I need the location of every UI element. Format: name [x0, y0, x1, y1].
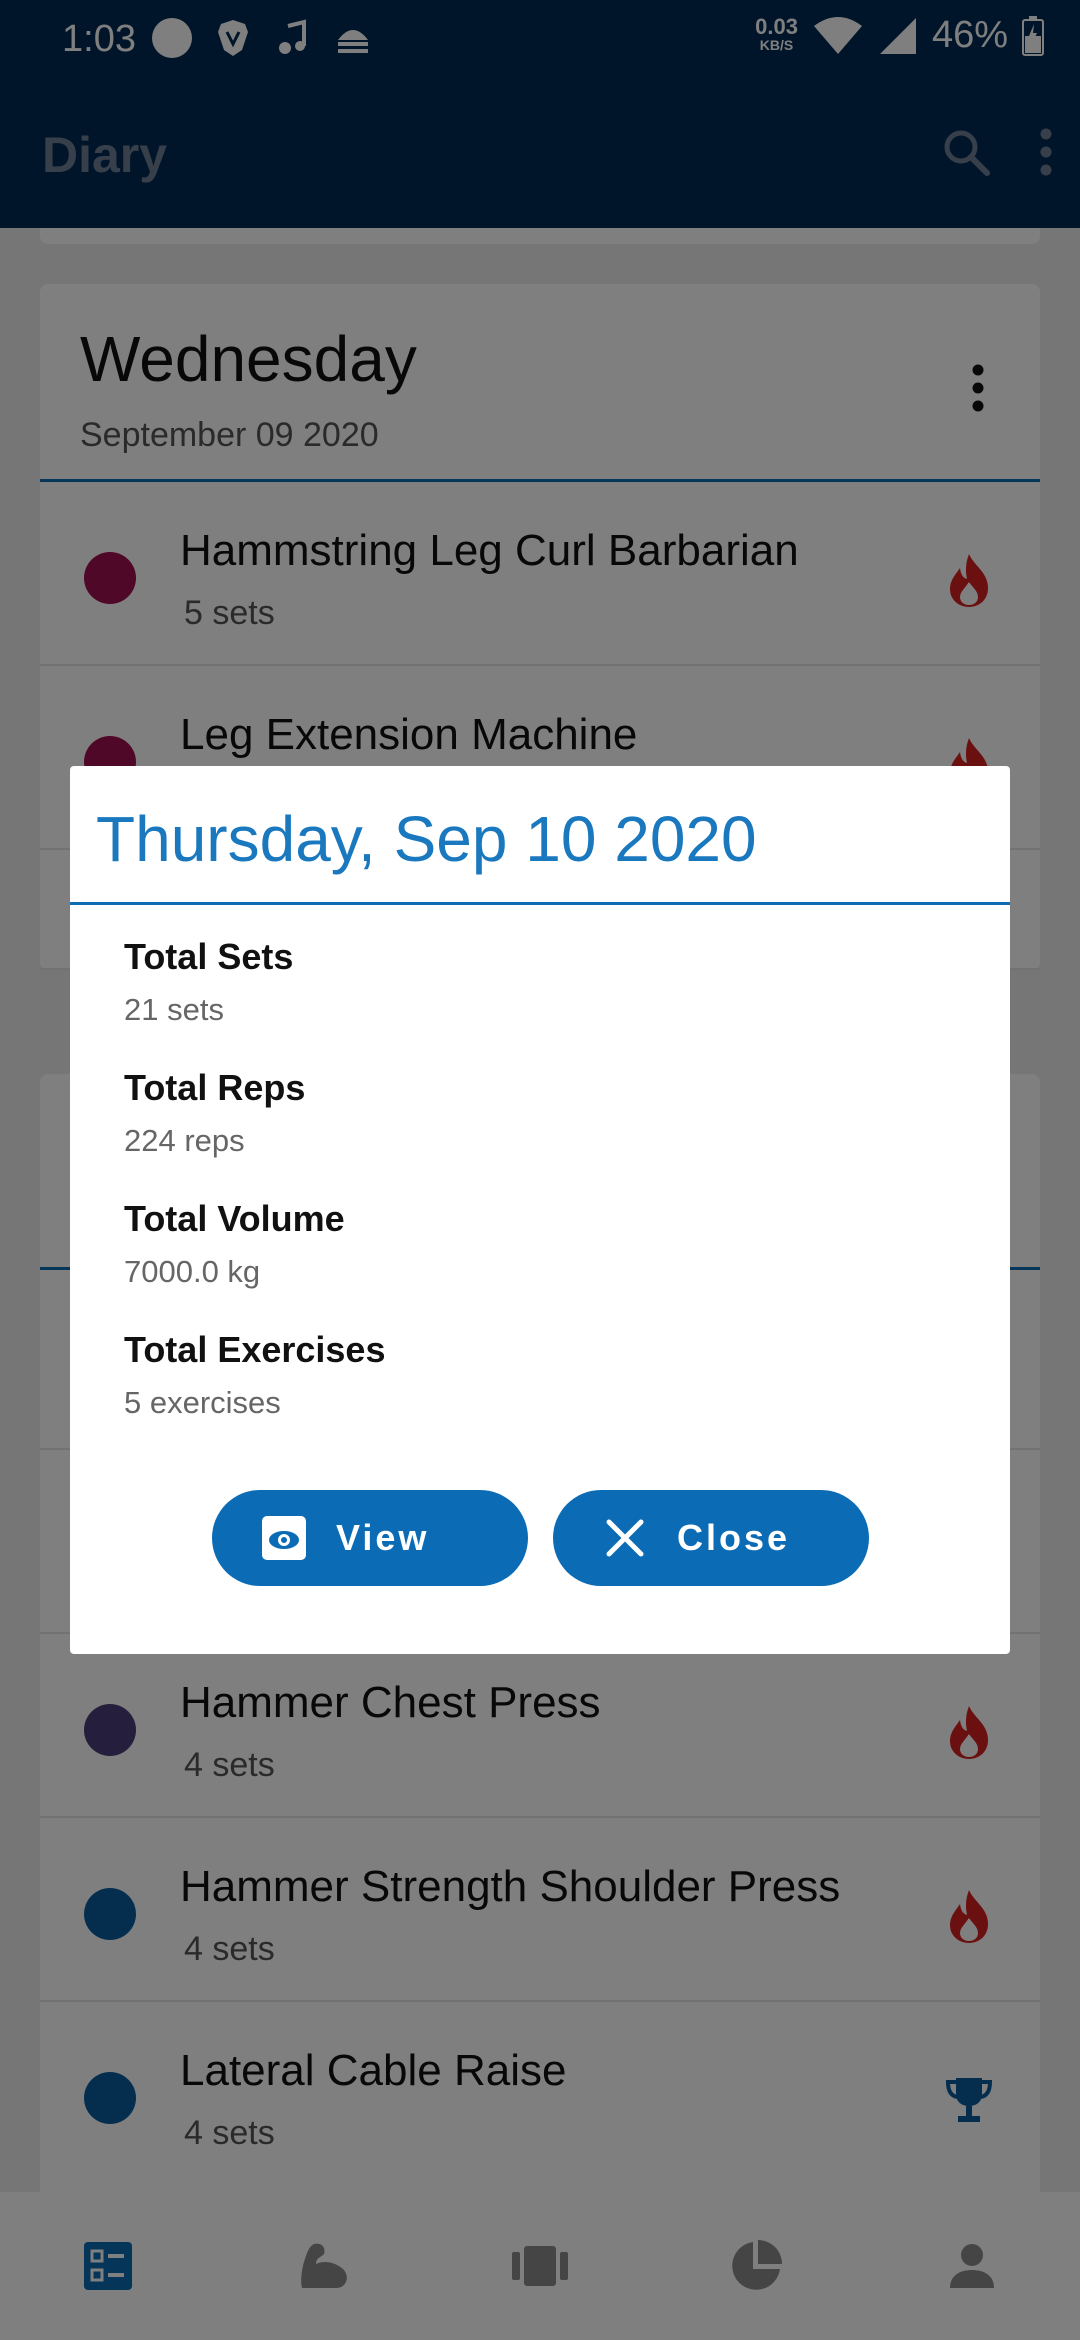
dialog-title: Thursday, Sep 10 2020 — [96, 803, 757, 875]
stat-label: Total Exercises — [124, 1329, 386, 1370]
stat-value: 7000.0 kg — [124, 1254, 261, 1289]
stat-value: 5 exercises — [124, 1385, 281, 1420]
stat-total-exercises: Total Exercises 5 exercises — [124, 1329, 385, 1421]
day-summary-dialog: Thursday, Sep 10 2020 Total Sets 21 sets… — [70, 766, 1010, 1654]
close-icon — [606, 1519, 644, 1557]
stat-value: 21 sets — [124, 992, 224, 1027]
close-button-label: Close — [677, 1517, 791, 1558]
stat-label: Total Sets — [124, 936, 294, 977]
dialog-divider — [70, 902, 1010, 905]
stat-total-reps: Total Reps 224 reps — [124, 1067, 305, 1159]
close-button[interactable]: Close — [553, 1490, 869, 1586]
stat-label: Total Reps — [124, 1067, 306, 1108]
stat-total-volume: Total Volume 7000.0 kg — [124, 1198, 345, 1290]
view-button-label: View — [336, 1517, 430, 1558]
eye-icon — [262, 1516, 306, 1560]
stat-value: 224 reps — [124, 1123, 245, 1158]
view-button[interactable]: View — [212, 1490, 528, 1586]
stat-label: Total Volume — [124, 1198, 345, 1239]
stat-total-sets: Total Sets 21 sets — [124, 936, 293, 1028]
